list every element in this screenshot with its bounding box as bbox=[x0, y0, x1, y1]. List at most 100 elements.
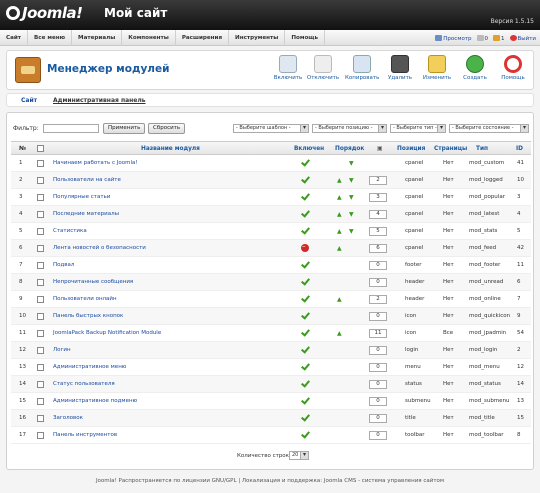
enabled-check-icon[interactable] bbox=[301, 362, 309, 371]
order-input[interactable]: 0 bbox=[369, 312, 387, 321]
disable-button[interactable]: Отключить bbox=[306, 55, 340, 81]
enabled-check-icon[interactable] bbox=[301, 158, 309, 167]
enabled-check-icon[interactable] bbox=[301, 379, 309, 388]
row-checkbox[interactable] bbox=[37, 296, 44, 303]
edit-button[interactable]: Изменить bbox=[420, 55, 454, 81]
order-input[interactable]: 6 bbox=[369, 244, 387, 253]
order-down-icon[interactable]: ▼ bbox=[349, 228, 354, 235]
position-select[interactable]: - Выберите позицию - bbox=[312, 124, 387, 133]
order-input[interactable]: 5 bbox=[369, 227, 387, 236]
filter-input[interactable] bbox=[43, 124, 99, 133]
enable-button[interactable]: Включить bbox=[271, 55, 305, 81]
enabled-check-icon[interactable] bbox=[301, 226, 309, 235]
module-name-link[interactable]: Начинаем работать с Joomla! bbox=[53, 160, 138, 166]
row-checkbox[interactable] bbox=[37, 279, 44, 286]
row-checkbox[interactable] bbox=[37, 245, 44, 252]
order-up-icon[interactable]: ▲ bbox=[337, 330, 342, 337]
order-input[interactable]: 4 bbox=[369, 210, 387, 219]
new-button[interactable]: Создать bbox=[458, 55, 492, 81]
order-up-icon[interactable]: ▲ bbox=[337, 177, 342, 184]
order-up-icon[interactable]: ▲ bbox=[337, 211, 342, 218]
order-input[interactable]: 11 bbox=[369, 329, 387, 338]
order-up-icon[interactable]: ▲ bbox=[337, 296, 342, 303]
messages-count[interactable]: 0 bbox=[476, 34, 488, 42]
col-type[interactable]: Тип bbox=[476, 146, 488, 152]
menu-all-menus[interactable]: Все меню bbox=[28, 30, 73, 46]
module-name-link[interactable]: Пользователи онлайн bbox=[53, 296, 117, 302]
enabled-check-icon[interactable] bbox=[301, 277, 309, 286]
row-checkbox[interactable] bbox=[37, 262, 44, 269]
col-enabled[interactable]: Включен bbox=[294, 146, 324, 152]
order-input[interactable]: 2 bbox=[369, 295, 387, 304]
menu-components[interactable]: Компоненты bbox=[122, 30, 176, 46]
module-name-link[interactable]: Последние материалы bbox=[53, 211, 119, 217]
menu-tools[interactable]: Инструменты bbox=[229, 30, 286, 46]
module-name-link[interactable]: JoomlaPack Backup Notification Module bbox=[53, 330, 161, 336]
order-input[interactable]: 0 bbox=[369, 363, 387, 372]
delete-button[interactable]: Удалить bbox=[383, 55, 417, 81]
row-checkbox[interactable] bbox=[37, 211, 44, 218]
module-name-link[interactable]: Заголовок bbox=[53, 415, 83, 421]
tab-admin[interactable]: Административная панель bbox=[53, 97, 146, 104]
order-up-icon[interactable]: ▲ bbox=[337, 194, 342, 201]
row-checkbox[interactable] bbox=[37, 330, 44, 337]
row-checkbox[interactable] bbox=[37, 194, 44, 201]
module-name-link[interactable]: Пользователи на сайте bbox=[53, 177, 121, 183]
logout-link[interactable]: Выйти bbox=[509, 34, 536, 42]
order-input[interactable]: 0 bbox=[369, 431, 387, 440]
enabled-check-icon[interactable] bbox=[301, 413, 309, 422]
module-name-link[interactable]: Административное меню bbox=[53, 364, 126, 370]
order-down-icon[interactable]: ▼ bbox=[349, 160, 354, 167]
rows-per-page-select[interactable]: 20 bbox=[289, 451, 309, 460]
module-name-link[interactable]: Лента новостей о безопасности bbox=[53, 245, 146, 251]
row-checkbox[interactable] bbox=[37, 432, 44, 439]
state-select[interactable]: - Выберите состояние - bbox=[449, 124, 529, 133]
enabled-check-icon[interactable] bbox=[301, 192, 309, 201]
order-input[interactable]: 0 bbox=[369, 380, 387, 389]
row-checkbox[interactable] bbox=[37, 364, 44, 371]
order-down-icon[interactable]: ▼ bbox=[349, 194, 354, 201]
tab-site[interactable]: Сайт bbox=[21, 97, 37, 104]
row-checkbox[interactable] bbox=[37, 398, 44, 405]
disabled-icon[interactable] bbox=[301, 242, 309, 252]
enabled-check-icon[interactable] bbox=[301, 294, 309, 303]
enabled-check-icon[interactable] bbox=[301, 345, 309, 354]
col-pages[interactable]: Страницы bbox=[434, 146, 467, 152]
order-up-icon[interactable]: ▲ bbox=[337, 228, 342, 235]
row-checkbox[interactable] bbox=[37, 313, 44, 320]
menu-content[interactable]: Материалы bbox=[72, 30, 123, 46]
menu-help[interactable]: Помощь bbox=[285, 30, 326, 46]
select-all-checkbox[interactable] bbox=[37, 145, 44, 152]
row-checkbox[interactable] bbox=[37, 347, 44, 354]
enabled-check-icon[interactable] bbox=[301, 328, 309, 337]
copy-button[interactable]: Копировать bbox=[345, 55, 379, 81]
row-checkbox[interactable] bbox=[37, 381, 44, 388]
enabled-check-icon[interactable] bbox=[301, 430, 309, 439]
menu-site[interactable]: Сайт bbox=[0, 30, 29, 46]
module-name-link[interactable]: Непрочитанные сообщения bbox=[53, 279, 133, 285]
order-input[interactable]: 0 bbox=[369, 278, 387, 287]
row-checkbox[interactable] bbox=[37, 160, 44, 167]
order-input[interactable]: 2 bbox=[369, 176, 387, 185]
reset-button[interactable]: Сбросить bbox=[148, 123, 186, 134]
order-input[interactable]: 0 bbox=[369, 261, 387, 270]
row-checkbox[interactable] bbox=[37, 415, 44, 422]
order-down-icon[interactable]: ▼ bbox=[349, 177, 354, 184]
module-name-link[interactable]: Логин bbox=[53, 347, 71, 353]
enabled-check-icon[interactable] bbox=[301, 209, 309, 218]
save-order-icon[interactable]: ▣ bbox=[377, 146, 382, 152]
enabled-check-icon[interactable] bbox=[301, 175, 309, 184]
enabled-check-icon[interactable] bbox=[301, 260, 309, 269]
template-select[interactable]: - Выберите шаблон - bbox=[233, 124, 309, 133]
enabled-check-icon[interactable] bbox=[301, 311, 309, 320]
menu-extensions[interactable]: Расширения bbox=[176, 30, 230, 46]
order-input[interactable]: 0 bbox=[369, 346, 387, 355]
type-select[interactable]: - Выберите тип - bbox=[390, 124, 446, 133]
order-input[interactable]: 0 bbox=[369, 414, 387, 423]
module-name-link[interactable]: Административное подменю bbox=[53, 398, 137, 404]
module-name-link[interactable]: Популярные статьи bbox=[53, 194, 110, 200]
module-name-link[interactable]: Панель инструментов bbox=[53, 432, 117, 438]
col-name[interactable]: Название модуля bbox=[141, 146, 200, 152]
apply-button[interactable]: Применить bbox=[103, 123, 146, 134]
col-position[interactable]: Позиция bbox=[397, 146, 425, 152]
